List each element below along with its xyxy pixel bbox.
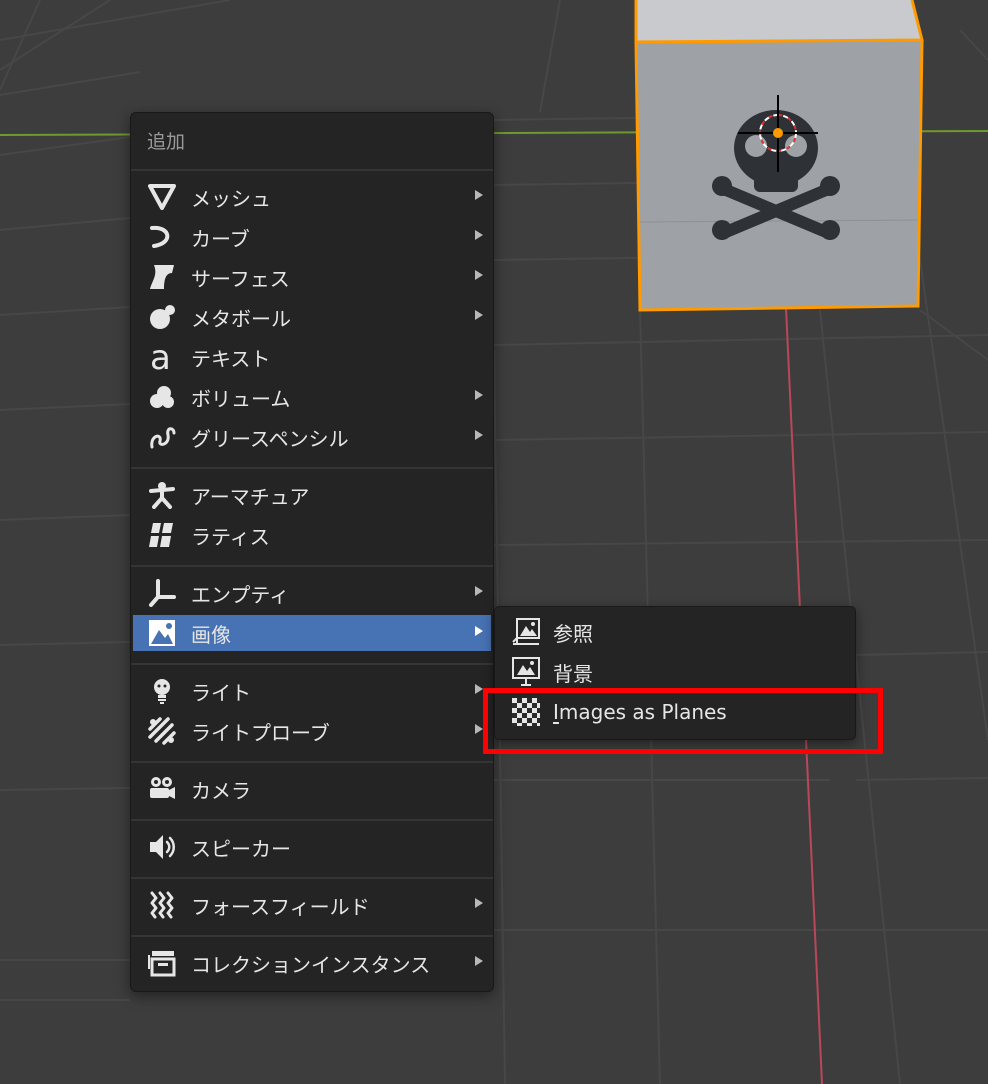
submenu-item-label: 参照 — [553, 621, 593, 646]
menu-item-label: カーブ — [191, 226, 250, 251]
menu-item-label: コレクションインスタンス — [191, 952, 431, 977]
submenu-item-reference[interactable]: 参照 — [497, 613, 853, 651]
submenu-arrow-icon — [475, 724, 483, 734]
menu-item-volume[interactable]: ボリューム — [133, 379, 491, 415]
menu-item-label: ボリューム — [191, 386, 291, 411]
menu-item-metaball[interactable]: メタボール — [133, 299, 491, 335]
image-background-icon — [511, 657, 541, 687]
menu-item-label: ラティス — [191, 524, 270, 549]
menu-separator — [131, 467, 493, 469]
menu-item-label: ライト — [191, 680, 251, 705]
submenu-item-label: Images as Planes — [553, 700, 727, 724]
menu-item-lattice[interactable]: ラティス — [133, 517, 491, 553]
menu-item-light-probe[interactable]: ライトプローブ — [133, 713, 491, 749]
menu-item-empty[interactable]: エンプティ — [133, 575, 491, 611]
menu-item-surface[interactable]: サーフェス — [133, 259, 491, 295]
menu-item-label: エンプティ — [191, 582, 290, 607]
submenu-arrow-icon — [475, 956, 483, 966]
grease-pencil-icon — [147, 422, 177, 452]
speaker-icon — [147, 832, 177, 862]
submenu-arrow-icon — [475, 310, 483, 320]
menu-item-label: カメラ — [191, 778, 251, 803]
menu-title: 追加 — [147, 131, 186, 153]
mesh-icon — [147, 182, 177, 212]
image-submenu: 参照 背景 Images as Planes — [494, 606, 856, 740]
menu-item-force-field[interactable]: フォースフィールド — [133, 887, 491, 923]
submenu-arrow-icon — [475, 230, 483, 240]
surface-icon — [147, 262, 177, 292]
submenu-arrow-icon — [475, 586, 483, 596]
empty-icon — [147, 578, 177, 608]
light-probe-icon — [147, 716, 177, 746]
menu-item-label: スピーカー — [191, 836, 291, 861]
menu-item-image[interactable]: 画像 — [133, 615, 491, 651]
menu-item-label: テキスト — [191, 346, 271, 371]
label-rest: mages as Planes — [558, 700, 727, 724]
image-icon — [147, 618, 177, 648]
add-menu: 追加 メッシュ カーブ サーフェス メタボール a テキスト ボリューム グリー… — [130, 112, 494, 992]
submenu-item-background[interactable]: 背景 — [497, 653, 853, 691]
submenu-arrow-icon — [475, 430, 483, 440]
submenu-arrow-icon — [475, 626, 483, 636]
menu-separator — [131, 761, 493, 763]
menu-item-mesh[interactable]: メッシュ — [133, 179, 491, 215]
image-reference-icon — [511, 617, 541, 647]
submenu-arrow-icon — [475, 898, 483, 908]
light-icon — [147, 676, 177, 706]
submenu-arrow-icon — [475, 190, 483, 200]
menu-item-light[interactable]: ライト — [133, 673, 491, 709]
submenu-arrow-icon — [475, 684, 483, 694]
menu-item-label: サーフェス — [191, 266, 290, 291]
menu-item-collection-instance[interactable]: コレクションインスタンス — [133, 945, 491, 981]
armature-icon — [147, 480, 177, 510]
menu-separator — [131, 935, 493, 937]
menu-separator — [131, 819, 493, 821]
lattice-icon — [147, 520, 177, 550]
menu-separator — [131, 663, 493, 665]
menu-separator — [131, 169, 493, 171]
menu-item-label: ライトプローブ — [191, 720, 330, 745]
menu-separator — [131, 565, 493, 567]
checkerboard-icon — [511, 697, 541, 727]
collection-instance-icon — [147, 948, 177, 978]
menu-item-label: メッシュ — [191, 186, 271, 211]
menu-item-text[interactable]: a テキスト — [133, 339, 491, 375]
menu-item-speaker[interactable]: スピーカー — [133, 829, 491, 865]
metaball-icon — [147, 302, 177, 332]
camera-icon — [147, 774, 177, 804]
menu-separator — [131, 877, 493, 879]
submenu-arrow-icon — [475, 270, 483, 280]
menu-item-label: グリースペンシル — [191, 426, 349, 451]
menu-item-curve[interactable]: カーブ — [133, 219, 491, 255]
menu-item-label: フォースフィールド — [191, 894, 370, 919]
submenu-arrow-icon — [475, 390, 483, 400]
menu-item-camera[interactable]: カメラ — [133, 771, 491, 807]
force-field-icon — [147, 890, 177, 920]
menu-item-label: アーマチュア — [191, 484, 310, 509]
text-icon: a — [147, 342, 177, 372]
menu-item-grease-pencil[interactable]: グリースペンシル — [133, 419, 491, 455]
menu-item-armature[interactable]: アーマチュア — [133, 477, 491, 513]
svg-text:a: a — [150, 342, 171, 372]
menu-item-label: メタボール — [191, 306, 291, 331]
volume-icon — [147, 382, 177, 412]
curve-icon — [147, 222, 177, 252]
submenu-item-images-as-planes[interactable]: Images as Planes — [497, 693, 853, 731]
menu-item-label: 画像 — [191, 622, 231, 647]
submenu-item-label: 背景 — [553, 661, 593, 686]
